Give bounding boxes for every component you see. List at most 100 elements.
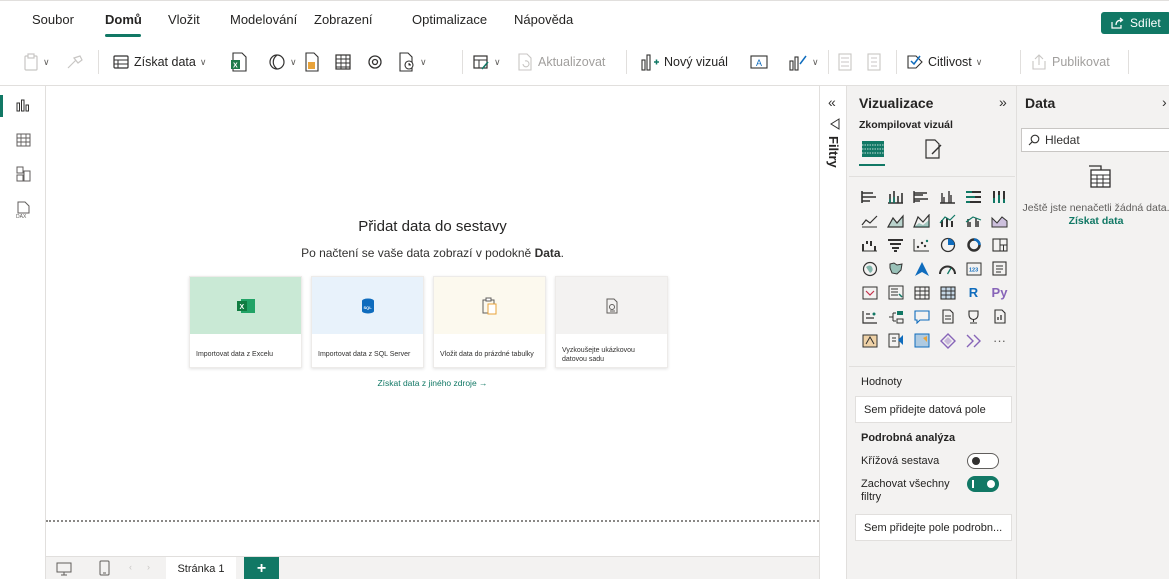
get-data-other-source-link[interactable]: Získat data z jiného zdroje → (46, 378, 819, 388)
kpi-icon[interactable] (860, 284, 879, 301)
clustered-column-chart-icon[interactable] (938, 188, 957, 205)
100-percent-column-chart-icon[interactable] (990, 188, 1009, 205)
smart-narrative-icon[interactable] (938, 308, 957, 325)
dax-query-icon: DAX (16, 201, 30, 219)
desktop-layout-icon[interactable] (56, 562, 72, 576)
recent-sources-button[interactable]: ∨ (398, 49, 427, 75)
power-automate-flow-icon[interactable] (912, 332, 931, 349)
transform-data-button[interactable]: ∨ (472, 49, 501, 75)
add-page-button[interactable]: + (244, 557, 279, 579)
build-visual-tab[interactable] (857, 136, 889, 162)
excel-workbook-button[interactable]: X (230, 49, 248, 75)
get-data-link[interactable]: Získat data (1069, 215, 1124, 227)
matrix-icon[interactable] (938, 284, 957, 301)
page-tab-1[interactable]: Stránka 1 (166, 557, 236, 579)
paste-button[interactable]: ∨ (23, 49, 50, 75)
power-apps-icon[interactable] (860, 332, 879, 349)
treemap-icon[interactable] (990, 236, 1009, 253)
scatter-chart-icon[interactable] (912, 236, 931, 253)
publish-button[interactable]: Publikovat (1030, 49, 1110, 75)
collapse-right-icon[interactable]: › (1162, 94, 1167, 110)
drill-through-drop-well[interactable]: Sem přidejte pole podrobn... (855, 514, 1012, 541)
previous-page-icon[interactable]: ‹ (129, 562, 132, 572)
new-visual-button[interactable]: Nový vizuál (640, 49, 728, 75)
menu-tab-home[interactable]: Domů (105, 12, 142, 27)
r-script-visual-icon[interactable]: R (964, 284, 983, 301)
map-icon[interactable] (860, 260, 879, 277)
table-view-button[interactable] (12, 129, 34, 151)
line-and-clustered-column-icon[interactable] (964, 212, 983, 229)
text-box-button[interactable]: A (750, 49, 768, 75)
line-and-stacked-column-icon[interactable] (938, 212, 957, 229)
refresh-button[interactable]: Aktualizovat (516, 49, 605, 75)
sensitivity-button[interactable]: Citlivost ∨ (906, 49, 982, 75)
card-icon[interactable]: 123 (964, 260, 983, 277)
paste-data-card[interactable]: Vložit data do prázdné tabulky (433, 276, 546, 368)
more-visuals-icon[interactable]: ··· (990, 332, 1009, 349)
new-measure-button[interactable] (838, 49, 852, 75)
sample-dataset-card[interactable]: Vyzkoušejte ukázkovou datovou sadu (555, 276, 668, 368)
metrics-icon[interactable] (938, 332, 957, 349)
paginated-report-icon[interactable] (990, 308, 1009, 325)
onelake-hub-button[interactable]: ∨ (268, 49, 297, 75)
next-page-icon[interactable]: › (147, 562, 150, 572)
stacked-column-chart-icon[interactable] (886, 188, 905, 205)
import-excel-card[interactable]: X Importovat data z Excelu (189, 276, 302, 368)
line-chart-icon[interactable] (860, 212, 879, 229)
funnel-chart-icon[interactable] (886, 236, 905, 253)
gauge-icon[interactable] (938, 260, 957, 277)
model-view-button[interactable] (12, 163, 34, 185)
dax-query-view-button[interactable]: DAX (12, 199, 34, 221)
azure-map-icon[interactable] (912, 260, 931, 277)
dataverse-button[interactable] (366, 49, 384, 75)
menu-tab-modeling[interactable]: Modelování (230, 12, 297, 27)
filled-map-icon[interactable] (886, 260, 905, 277)
area-chart-icon[interactable] (886, 212, 905, 229)
donut-chart-icon[interactable] (964, 236, 983, 253)
values-drop-well[interactable]: Sem přidejte datová pole (855, 396, 1012, 423)
menu-tab-view[interactable]: Zobrazení (314, 12, 373, 27)
stacked-bar-chart-icon[interactable] (860, 188, 879, 205)
100-percent-bar-chart-icon[interactable] (964, 188, 983, 205)
menu-tab-insert[interactable]: Vložit (168, 12, 200, 27)
table-view-icon (16, 133, 30, 147)
copilot-visual-icon[interactable] (964, 332, 983, 349)
slicer-icon[interactable] (886, 284, 905, 301)
table-visual-icon[interactable] (912, 284, 931, 301)
get-data-button[interactable]: Získat data ∨ (112, 49, 206, 75)
data-search-input[interactable]: Hledat (1021, 128, 1169, 152)
key-influencers-icon[interactable] (860, 308, 879, 325)
mobile-layout-icon[interactable] (99, 560, 110, 576)
stacked-area-chart-icon[interactable] (912, 212, 931, 229)
enter-data-button[interactable] (334, 49, 352, 75)
collapse-right-icon[interactable]: » (999, 94, 1007, 110)
python-visual-icon[interactable]: Py (990, 284, 1009, 301)
sql-server-button[interactable] (304, 49, 320, 75)
multi-row-card-icon[interactable] (990, 260, 1009, 277)
quick-measure-button[interactable] (866, 49, 882, 75)
share-button[interactable]: Sdílet (1101, 12, 1169, 34)
import-sql-card[interactable]: SQL Importovat data z SQL Server (311, 276, 424, 368)
clustered-bar-chart-icon[interactable] (912, 188, 931, 205)
waterfall-chart-icon[interactable] (860, 236, 879, 253)
ribbon-chart-icon[interactable] (990, 212, 1009, 229)
report-view-button[interactable] (12, 94, 34, 116)
pie-chart-icon[interactable] (938, 236, 957, 253)
cross-report-toggle[interactable] (967, 453, 999, 469)
menu-tab-help[interactable]: Nápověda (514, 12, 573, 27)
format-visual-tab[interactable] (917, 136, 949, 162)
more-visuals-button[interactable]: ∨ (788, 49, 819, 75)
report-canvas[interactable]: Přidat data do sestavy Po načtení se vaš… (46, 86, 819, 556)
menu-tab-optimize[interactable]: Optimalizace (412, 12, 487, 27)
filters-pane-collapsed[interactable]: « Filtry (819, 86, 847, 579)
qa-visual-icon[interactable] (912, 308, 931, 325)
goals-icon[interactable] (964, 308, 983, 325)
collapse-left-icon[interactable]: « (828, 94, 836, 110)
decomposition-tree-icon[interactable] (886, 308, 905, 325)
menu-tab-file[interactable]: Soubor (32, 12, 74, 27)
svg-text:123: 123 (969, 267, 978, 273)
power-automate-icon[interactable] (886, 332, 905, 349)
empty-data-text: Ještě jste nenačetli žádná data. (1022, 202, 1169, 214)
keep-filters-toggle[interactable] (967, 476, 999, 492)
format-painter-button[interactable] (66, 49, 84, 75)
